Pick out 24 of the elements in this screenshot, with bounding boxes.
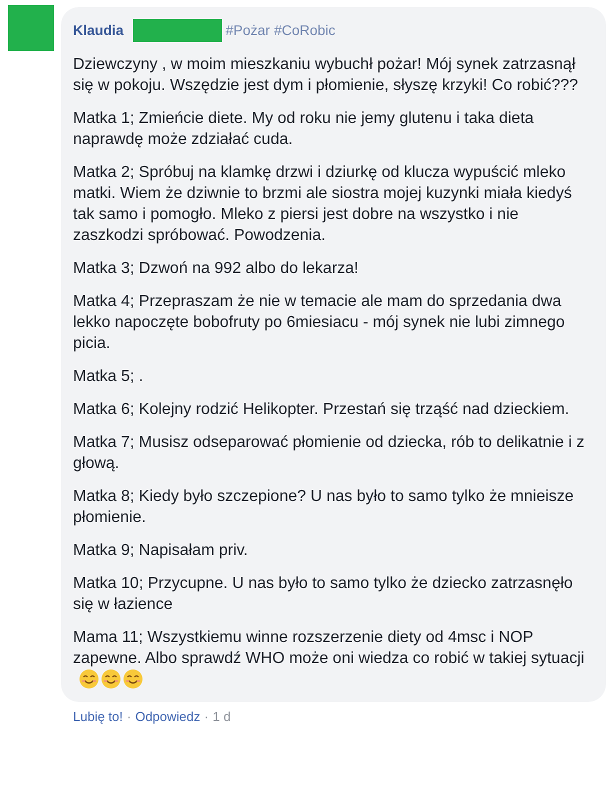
comment-paragraph: Matka 8; Kiedy było szczepione? U nas było to samo tylko że mnieisze płomienie. bbox=[73, 488, 574, 526]
comment-paragraph: Matka 4; Przepraszam że nie w temacie ale mam do sprzedania dwa lekko napoczęte bobofruty po 6miesiacu - mój synek nie lubi zimnego picia. bbox=[73, 293, 565, 352]
smiling-face-icon bbox=[79, 669, 99, 689]
author-name[interactable]: Klaudia bbox=[73, 20, 124, 40]
action-link[interactable]: Odpowiedz bbox=[135, 707, 200, 726]
action-link[interactable]: Lubię to! bbox=[73, 707, 123, 726]
comment-paragraph: Matka 5; . bbox=[73, 368, 144, 385]
comment-paragraph: Matka 7; Musisz odseparować płomienie od dziecka, rób to delikatnie i z głową. bbox=[73, 434, 584, 472]
comment-paragraph: Mama 11; Wszystkiemu winne rozszerzenie diety od 4msc i NOP zapewne. Albo sprawdź WHO może oni wiedza co robić w takiej sytuacji bbox=[73, 629, 584, 667]
comment-paragraph: Matka 6; Kolejny rodzić Helikopter. Przestań się trząść nad dzieckiem. bbox=[73, 401, 570, 418]
avatar[interactable] bbox=[8, 5, 54, 51]
timestamp[interactable]: 1 d bbox=[212, 707, 231, 726]
comment-paragraph: Dziewczyny , w moim mieszkaniu wybuchł pożar! Mój synek zatrzasnął się w pokoju. Wszędzie jest dym i płomienie, słyszę krzyki! Co robić??? bbox=[73, 56, 578, 94]
separator-dot: · bbox=[204, 708, 209, 726]
comment-paragraph: Matka 9; Napisałam priv. bbox=[73, 542, 248, 559]
separator-dot: · bbox=[126, 708, 132, 726]
comment-paragraph: Matka 2; Spróbuj na klamkę drzwi i dziurkę od klucza wypuścić mleko matki. Wiem że dziwnie to brzmi ale siostra mojej kuzynki miała kiedyś tak samo i pomogło. Mleko z piersi jest dobre na wszystko i nie zaszkodzi spróbować. Powodzenia. bbox=[73, 164, 572, 244]
comment-paragraph: Matka 10; Przycupne. U nas było to samo tylko że dziecko zatrzasnęło się w łazience bbox=[73, 575, 573, 613]
comment-paragraph: Matka 1; Zmieńcie diete. My od roku nie jemy glutenu i taka dieta naprawdę może zdziałać cuda. bbox=[73, 110, 534, 148]
hashtag-link[interactable]: #CoRobic bbox=[274, 20, 336, 40]
comment-paragraph: Matka 3; Dzwoń na 992 albo do lekarza! bbox=[73, 260, 358, 277]
smiling-face-icon bbox=[123, 669, 143, 689]
smiling-face-icon bbox=[101, 669, 121, 689]
hashtag-link[interactable]: #Pożar bbox=[226, 20, 270, 40]
